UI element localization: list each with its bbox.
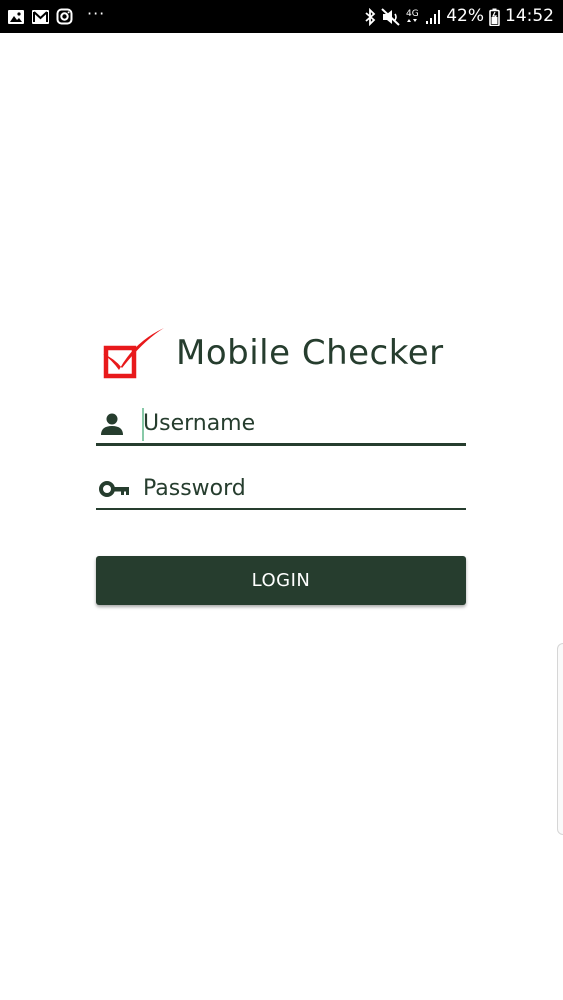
network-label: 4G — [406, 9, 419, 19]
network-4g-icon: 4G — [406, 7, 420, 27]
password-placeholder: Password — [143, 476, 246, 501]
person-icon — [99, 411, 125, 441]
gmail-icon — [31, 9, 50, 25]
signal-icon — [425, 9, 441, 25]
status-bar: ··· 4G 42% 14:52 — [0, 0, 563, 33]
mute-icon — [381, 7, 401, 26]
password-underline — [96, 508, 466, 510]
username-field[interactable]: Username — [96, 405, 466, 446]
gallery-icon — [7, 9, 25, 25]
instagram-icon — [56, 8, 73, 25]
checkmark-logo-icon — [100, 324, 170, 388]
more-notifications-icon: ··· — [87, 4, 106, 23]
key-icon — [99, 476, 131, 506]
password-field[interactable]: Password — [96, 470, 466, 510]
app-header: Mobile Checker — [100, 326, 444, 386]
login-button[interactable]: LOGIN — [96, 556, 466, 605]
status-bar-right: 4G 42% 14:52 — [364, 0, 554, 33]
username-placeholder: Username — [143, 411, 256, 436]
app-title: Mobile Checker — [176, 333, 444, 373]
edge-panel-handle[interactable] — [557, 643, 563, 835]
battery-percent: 42% — [446, 6, 484, 26]
battery-icon — [489, 8, 500, 26]
status-bar-left: ··· — [7, 0, 105, 33]
clock: 14:52 — [505, 6, 554, 26]
bluetooth-icon — [364, 7, 376, 26]
username-underline — [96, 443, 466, 446]
